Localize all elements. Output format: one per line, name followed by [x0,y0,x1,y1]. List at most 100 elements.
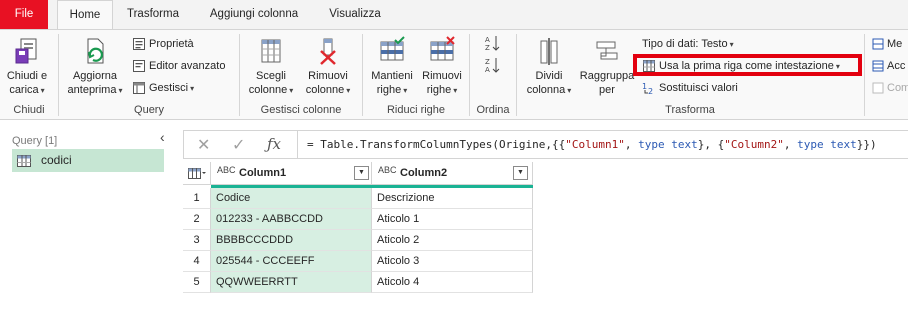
column-filter-button[interactable]: ▼ [354,166,369,180]
group-by-button[interactable]: Raggruppa per [576,36,638,97]
sort-ascending-icon: AZ [485,36,500,52]
properties-label: Proprietà [149,38,194,50]
chevron-down-icon: ▾ [346,86,351,95]
ribbon-divider [864,34,865,116]
properties-icon [133,38,145,51]
chevron-down-icon: ▾ [729,40,734,49]
svg-text:A: A [485,36,490,44]
choose-columns-button[interactable]: Scegli colonne ▾ [244,36,298,98]
sort-descending-icon: ZA [485,58,500,74]
remove-columns-icon [320,38,336,65]
manage-label: Gestisci [149,82,189,94]
formula-bar-divider [297,131,298,158]
sort-ascending-button[interactable]: AZ [484,34,503,52]
refresh-icon [87,38,104,64]
remove-columns-button[interactable]: Rimuovi colonne ▾ [300,36,356,98]
cell-column1[interactable]: 025544 - CCCEEFF [211,251,372,272]
advanced-editor-icon [133,60,145,73]
cancel-icon[interactable]: ✕ [197,135,210,155]
replace-values-label: Sostituisci valori [659,82,738,94]
keep-rows-icon [380,36,405,61]
cell-column1[interactable]: BBBBCCCDDD [211,230,372,251]
split-column-button[interactable]: Dividi colonna ▾ [524,36,574,98]
function-icon[interactable]: ƒx [267,135,281,153]
merge-icon [872,38,884,50]
tab-trasforma[interactable]: Trasforma [120,0,186,29]
column-name: Column1 [239,167,287,179]
close-and-load-icon [15,38,37,64]
cell-column2[interactable]: Descrizione [372,188,533,209]
chevron-down-icon: ▾ [567,86,572,95]
text-type-icon[interactable]: ABC [217,166,236,175]
formula-input[interactable]: = Table.TransformColumnTypes(Origine,{{"… [307,138,877,151]
svg-text:Z: Z [485,44,490,52]
remove-rows-icon [430,36,455,61]
cell-column1[interactable]: 012233 - AABBCCDD [211,209,372,230]
append-queries-label: Acc [887,60,906,72]
cell-column2[interactable]: Aticolo 4 [372,272,533,293]
group-label-gestisci-colonne: Gestisci colonne [260,104,342,116]
group-by-label: Raggruppa [579,70,635,82]
cell-column2[interactable]: Aticolo 2 [372,230,533,251]
replace-values-icon: 12 [642,82,653,96]
queries-pane-header: Query [1] [12,135,58,147]
group-label-query: Query [134,104,164,116]
text-type-icon[interactable]: ABC [378,166,397,175]
column-filter-button[interactable]: ▼ [513,166,528,180]
remove-rows-button[interactable]: Rimuovi righe ▾ [418,36,466,98]
cell-column2[interactable]: Aticolo 3 [372,251,533,272]
combine-files-button[interactable]: Com [872,79,908,97]
query-item-codici[interactable]: codici [12,149,164,172]
close-and-load-button[interactable]: Chiudi e carica ▾ [2,36,52,98]
properties-button[interactable]: Proprietà [132,35,194,53]
advanced-editor-label: Editor avanzato [149,60,226,72]
grid-header-row: ABC Column1 ▼ ABC Column2 ▼ [183,162,533,185]
merge-queries-button[interactable]: Me [872,35,902,53]
svg-text:A: A [485,66,490,74]
row-number: 2 [183,209,211,230]
refresh-preview-label-2: anteprima [67,84,117,96]
confirm-icon[interactable]: ✓ [232,135,245,155]
annotation-highlight-box [633,54,862,76]
advanced-editor-button[interactable]: Editor avanzato [132,57,225,75]
merge-queries-label: Me [887,38,903,50]
split-column-label-2: colonna [526,84,566,96]
remove-columns-label-2: colonne [305,84,345,96]
append-queries-button[interactable]: Acc [872,57,905,75]
close-and-load-label: Chiudi e [6,70,48,82]
tab-file[interactable]: File [0,0,48,29]
refresh-preview-button[interactable]: Aggiorna anteprima ▾ [63,36,127,98]
column-header-column2[interactable]: ABC Column2 ▼ [372,162,533,185]
group-by-icon [596,41,618,60]
keep-rows-label: Mantieni [371,70,413,82]
table-menu-button[interactable] [183,162,211,185]
cell-column2[interactable]: Aticolo 1 [372,209,533,230]
chevron-down-icon: ▾ [40,86,45,95]
tab-home[interactable]: Home [57,0,113,30]
choose-columns-label: Scegli [256,70,286,82]
close-and-load-label-2: carica [9,84,39,96]
row-number: 3 [183,230,211,251]
tab-visualizza[interactable]: Visualizza [322,0,388,29]
ribbon: Chiudi e carica ▾ Chiudi Aggiorna antepri… [0,29,908,120]
collapse-pane-icon[interactable]: ‹ [160,129,165,145]
group-label-riduci-righe: Riduci righe [386,104,446,116]
tab-aggiungi-colonna[interactable]: Aggiungi colonna [195,0,313,29]
remove-rows-label: Rimuovi [422,70,462,82]
keep-rows-button[interactable]: Mantieni righe ▾ [366,36,418,98]
chevron-down-icon: ▾ [403,86,408,95]
table-icon [17,155,31,167]
sort-descending-button[interactable]: ZA [484,56,503,74]
manage-button[interactable]: Gestisci ▾ [132,79,194,97]
choose-columns-label-2: colonne [248,84,288,96]
append-icon [872,60,884,72]
cell-column1[interactable]: QQWWEERRTT [211,272,372,293]
replace-values-button[interactable]: 1 2 Sostituisci valori [642,79,738,97]
chevron-down-icon: ▾ [453,86,458,95]
chevron-down-icon: ▾ [289,86,294,95]
data-type-dropdown[interactable]: Tipo di dati: Testo ▾ [642,35,734,53]
column-header-column1[interactable]: ABC Column1 ▼ [211,162,372,185]
cell-column1[interactable]: Codice [211,188,372,209]
manage-icon [133,82,145,95]
table-menu-icon [188,168,206,179]
